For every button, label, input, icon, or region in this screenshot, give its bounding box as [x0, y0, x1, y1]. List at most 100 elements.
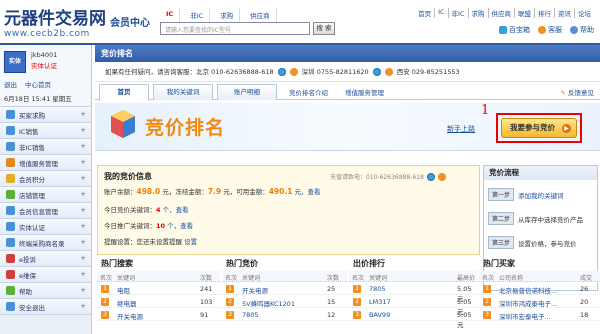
expand-icon[interactable]: +	[80, 286, 86, 294]
column-header: 次数	[327, 275, 340, 282]
keyword-link[interactable]: 深圳市宏泰电子...	[499, 311, 551, 321]
sidebar-item[interactable]: 增值服务管理 +	[0, 155, 91, 171]
balance-label: 账户余额：	[104, 188, 137, 196]
sidebar-item[interactable]: e维保 +	[0, 267, 91, 283]
menu-icon	[6, 190, 15, 199]
balance-view-link[interactable]: 元，查看	[295, 188, 321, 196]
keyword-link[interactable]: 继电器	[117, 298, 137, 308]
verified-badge: 实体认证	[31, 62, 57, 70]
expand-icon[interactable]: +	[80, 302, 86, 310]
help-link[interactable]: 帮助	[570, 25, 594, 35]
expand-icon[interactable]: +	[80, 238, 86, 246]
expand-icon[interactable]: +	[80, 190, 86, 198]
expand-icon[interactable]: +	[80, 222, 86, 230]
sidebar-item-label: 非IC销售	[19, 143, 45, 152]
keyword-link[interactable]: 5V蜂鸣器KC1201	[242, 298, 295, 308]
search-button[interactable]: 搜 索	[313, 22, 335, 35]
remind-label: 提醒设置：您还未设置提醒	[104, 238, 182, 246]
sidebar-item-label: 帮助	[19, 287, 32, 296]
tab-home[interactable]: 首页	[99, 84, 149, 101]
list-item: 2 LM317 5.05元	[349, 295, 477, 316]
top-nav-alliance[interactable]: 联盟	[515, 8, 535, 18]
toolbox-link[interactable]: 百宝箱	[499, 25, 530, 35]
tab-my-keywords[interactable]: 我的关键词	[153, 84, 213, 100]
site-logo[interactable]: 元器件交易网 www.cecb2b.com	[4, 4, 106, 39]
sidebar-item-label: 增值服务管理	[19, 159, 58, 168]
keyword-link[interactable]: 电阻	[117, 285, 130, 295]
search-tab-non-ic[interactable]: 非IC	[184, 8, 211, 22]
top-nav-ic[interactable]: IC	[435, 8, 449, 18]
expand-icon[interactable]: +	[80, 110, 86, 118]
balance-line: 账户余额：498.0 元，冻结金额：7.9 元，可用金额：490.1 元，查看	[104, 186, 321, 196]
sidebar-item[interactable]: e投诉 +	[0, 251, 91, 267]
flow-step-label: 第三步	[488, 236, 515, 249]
center-home-link[interactable]: 中心首页	[25, 79, 51, 89]
avatar: 实体	[4, 51, 26, 73]
search-input[interactable]: 请输入您要查找的IC型号	[160, 22, 310, 35]
expand-icon[interactable]: +	[80, 206, 86, 214]
qq-icon[interactable]	[277, 67, 286, 76]
sidebar-item[interactable]: IC销售 +	[0, 123, 91, 139]
sidebar-item[interactable]: 安全退出 +	[0, 299, 91, 315]
rank-badge: 3	[353, 311, 361, 319]
top-nav-buy[interactable]: 求购	[469, 8, 489, 18]
sidebar-item[interactable]: 会员信息管理 +	[0, 203, 91, 219]
wangwang-icon[interactable]	[384, 67, 393, 76]
feedback-link[interactable]: ✎ 反馈意见	[560, 87, 594, 97]
wangwang-icon[interactable]	[289, 67, 298, 76]
sidebar-item[interactable]: 店铺管理 +	[0, 187, 91, 203]
keyword-link[interactable]: LM317	[369, 298, 391, 306]
top-nav-home[interactable]: 首页	[415, 8, 436, 18]
sidebar-item[interactable]: 非IC销售 +	[0, 139, 91, 155]
flow-step-label: 第二步	[488, 212, 515, 225]
logout-link[interactable]: 退出	[4, 79, 17, 89]
expand-icon[interactable]: +	[80, 142, 86, 150]
promote-line: 今日推广关键词：10 个，查看	[104, 220, 193, 230]
sidebar-item[interactable]: 终端采购商名录 +	[0, 235, 91, 251]
join-bidding-button[interactable]: 我要参与竞价 ▶	[501, 118, 577, 138]
keyword-link[interactable]: 7805	[369, 285, 386, 293]
search-tab-ic[interactable]: IC	[160, 8, 181, 22]
balance-value: 498.0	[136, 187, 161, 196]
keyword-link[interactable]: 开关电源	[242, 285, 268, 295]
sidebar-item[interactable]: 帮助 +	[0, 283, 91, 299]
top-nav-forum[interactable]: 论坛	[575, 8, 594, 18]
column-header: 次数	[200, 275, 213, 282]
service-link[interactable]: 客服	[538, 25, 562, 35]
sidebar-item-label: 实体认证	[19, 223, 45, 232]
keyword-link[interactable]: 深圳市鸿成泰电子...	[499, 298, 557, 308]
newbie-guide-link[interactable]: 新手上路	[447, 124, 475, 134]
promote-view-link[interactable]: 个，查看	[167, 222, 193, 230]
today-bid-view-link[interactable]: 个，查看	[163, 206, 189, 214]
expand-icon[interactable]: +	[80, 126, 86, 134]
tab-value-added[interactable]: 增值服务管理	[345, 87, 384, 97]
tab-intro[interactable]: 竞价排名介绍	[289, 87, 328, 97]
wangwang-icon[interactable]	[437, 172, 446, 181]
top-nav-supplier[interactable]: 供应商	[489, 8, 515, 18]
ranking-list: 热门买家 名次 公司名称 成交 1 北京易普信诺科技... 26 2 深圳市鸿成泰电子... 20…	[479, 257, 600, 334]
top-nav-non-ic[interactable]: 非IC	[449, 8, 469, 18]
remind-set-link[interactable]: 设置	[184, 238, 197, 246]
qq-icon[interactable]	[426, 172, 435, 181]
sidebar-item[interactable]: 会员积分 +	[0, 171, 91, 187]
expand-icon[interactable]: +	[80, 254, 86, 262]
search-tab-buy[interactable]: 求购	[214, 8, 241, 22]
keyword-link[interactable]: BAV99	[369, 311, 390, 319]
top-nav-news[interactable]: 资讯	[555, 8, 575, 18]
top-nav-ranking[interactable]: 排行	[535, 8, 555, 18]
add-keyword-link[interactable]: 添加我的关键词	[518, 190, 564, 200]
flow-step-2: 第二步 从库存中选择竞价产品	[488, 212, 583, 225]
expand-icon[interactable]: +	[80, 174, 86, 182]
keyword-link[interactable]: 北京易普信诺科技...	[499, 285, 557, 295]
keyword-link[interactable]: 7805	[242, 311, 259, 319]
expand-icon[interactable]: +	[80, 158, 86, 166]
tab-account-detail[interactable]: 账户明细	[217, 84, 277, 100]
search-tab-supplier[interactable]: 供应商	[244, 8, 277, 22]
sidebar: 实体 jkb4001 实体认证 退出 中心首页 6月18日 15:41 星期五 …	[0, 45, 92, 334]
sidebar-item[interactable]: 买家求购 +	[0, 107, 91, 123]
qq-icon[interactable]	[372, 67, 381, 76]
sidebar-item[interactable]: 实体认证 +	[0, 219, 91, 235]
sidebar-item-label: 安全退出	[19, 303, 45, 312]
keyword-link[interactable]: 开关电源	[117, 311, 143, 321]
expand-icon[interactable]: +	[80, 270, 86, 278]
